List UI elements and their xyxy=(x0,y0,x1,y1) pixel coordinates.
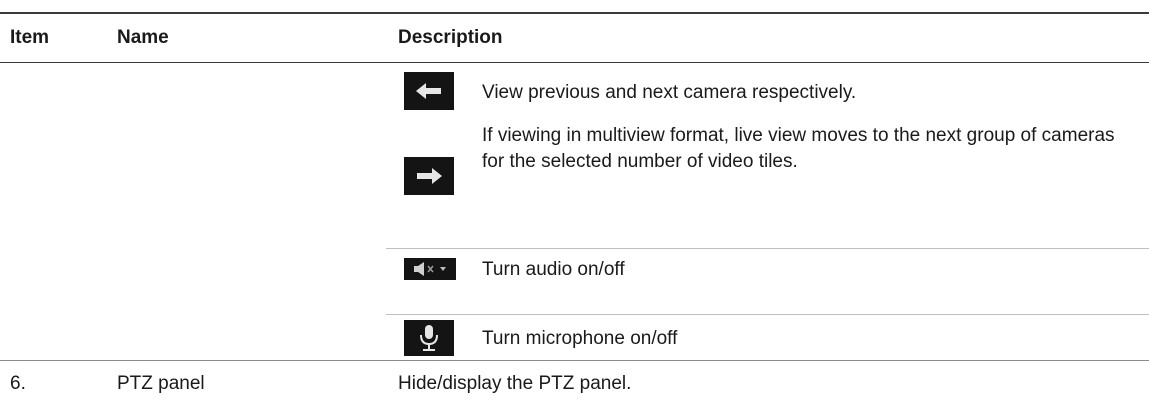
item-description: Hide/display the PTZ panel. xyxy=(398,373,632,394)
header-item: Item xyxy=(10,27,50,48)
table-header-rule xyxy=(0,62,1149,63)
row-divider xyxy=(0,360,1149,361)
arrow-left-icon xyxy=(404,72,454,110)
table-top-rule xyxy=(0,12,1149,14)
item-number: 6. xyxy=(10,373,26,394)
description-multiview: If viewing in multiview format, live vie… xyxy=(482,125,1115,172)
description-previous-next: View previous and next camera respective… xyxy=(482,82,857,103)
arrow-right-icon xyxy=(404,157,454,195)
audio-mute-icon xyxy=(404,258,456,280)
row-divider xyxy=(386,314,1149,315)
header-description: Description xyxy=(398,27,503,48)
header-name: Name xyxy=(117,27,169,48)
description-microphone: Turn microphone on/off xyxy=(482,328,678,349)
item-name: PTZ panel xyxy=(117,373,205,394)
description-audio: Turn audio on/off xyxy=(482,259,625,280)
row-divider xyxy=(386,248,1149,249)
microphone-icon xyxy=(404,320,454,356)
